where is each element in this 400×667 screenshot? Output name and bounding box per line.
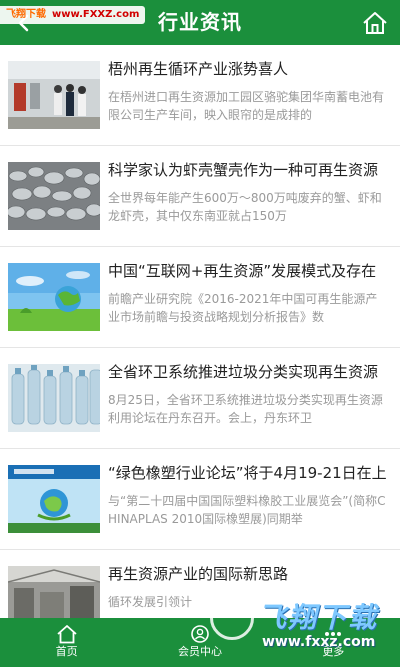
article-title: 梧州再生循环产业涨势喜人 xyxy=(108,60,289,78)
article-summary: 在梧州进口再生资源加工园区骆驼集团华南蓄电池有限公司生产车间，映入眼帘的是成排的 xyxy=(108,90,385,122)
article-summary: 与“第二十四届中国国际塑料橡胶工业展览会”(简称CHINAPLAS 2010国际… xyxy=(108,494,386,526)
nav-item-member[interactable]: 会员中心 xyxy=(133,618,266,667)
article-thumbnail xyxy=(8,465,100,533)
nav-label: 更多 xyxy=(322,645,345,658)
nav-item-more[interactable]: 更多 xyxy=(267,618,400,667)
nav-item-home[interactable]: 首页 xyxy=(0,618,133,667)
app-screen: 行业资讯 飞翔下载 www.FXXZ.com 梧州再生循环产业涨势喜人 在梧州进… xyxy=(0,0,400,667)
article-summary: 8月25日，全省环卫系统推进垃圾分类实现再生资源利用论坛在丹东召开。会上，丹东环… xyxy=(108,393,383,425)
site-watermark-top: 飞翔下载 www.FXXZ.com xyxy=(0,6,146,24)
article-item[interactable]: 再生资源产业的国际新思路 循环发展引领计 xyxy=(0,550,400,618)
article-thumbnail xyxy=(8,263,100,331)
article-summary: 全世界每年能产生600万～800万吨废弃的蟹、虾和龙虾壳，其中仅东南亚就占150… xyxy=(108,191,382,223)
watermark-url: www.FXXZ.com xyxy=(52,9,140,20)
article-item[interactable]: 科学家认为虾壳蟹壳作为一种可再生资源 全世界每年能产生600万～800万吨废弃的… xyxy=(0,146,400,247)
article-thumbnail xyxy=(8,61,100,129)
article-thumbnail xyxy=(8,162,100,230)
article-item[interactable]: “绿色橡塑行业论坛”将于4月19-21日在上 与“第二十四届中国国际塑料橡胶工业… xyxy=(0,449,400,550)
article-list: 梧州再生循环产业涨势喜人 在梧州进口再生资源加工园区骆驼集团华南蓄电池有限公司生… xyxy=(0,45,400,618)
nav-label: 会员中心 xyxy=(177,645,222,658)
article-title: 全省环卫系统推进垃圾分类实现再生资源 xyxy=(108,363,379,381)
article-title: 再生资源产业的国际新思路 xyxy=(108,565,289,583)
article-item[interactable]: 中国“互联网+再生资源”发展模式及存在 前瞻产业研究院《2016-2021年中国… xyxy=(0,247,400,348)
home-icon xyxy=(363,12,387,34)
bottom-nav: 首页 会员中心 更多 xyxy=(0,618,400,667)
home-button[interactable] xyxy=(358,6,392,40)
article-title: 中国“互联网+再生资源”发展模式及存在 xyxy=(108,262,377,280)
article-thumbnail xyxy=(8,364,100,432)
header-bar: 行业资讯 飞翔下载 www.FXXZ.com xyxy=(0,0,400,45)
article-thumbnail xyxy=(8,566,100,618)
user-icon xyxy=(191,625,209,643)
watermark-text: 飞翔下载 xyxy=(6,9,46,20)
article-summary: 前瞻产业研究院《2016-2021年中国可再生能源产业市场前瞻与投资战略规划分析… xyxy=(108,292,378,324)
article-item[interactable]: 全省环卫系统推进垃圾分类实现再生资源 8月25日，全省环卫系统推进垃圾分类实现再… xyxy=(0,348,400,449)
home-icon xyxy=(57,625,77,644)
nav-label: 首页 xyxy=(55,645,78,658)
more-icon xyxy=(325,632,342,636)
article-item[interactable]: 梧州再生循环产业涨势喜人 在梧州进口再生资源加工园区骆驼集团华南蓄电池有限公司生… xyxy=(0,45,400,146)
article-title: 科学家认为虾壳蟹壳作为一种可再生资源 xyxy=(108,161,379,179)
article-title: “绿色橡塑行业论坛”将于4月19-21日在上 xyxy=(108,464,387,482)
article-summary: 循环发展引领计 xyxy=(108,595,193,609)
